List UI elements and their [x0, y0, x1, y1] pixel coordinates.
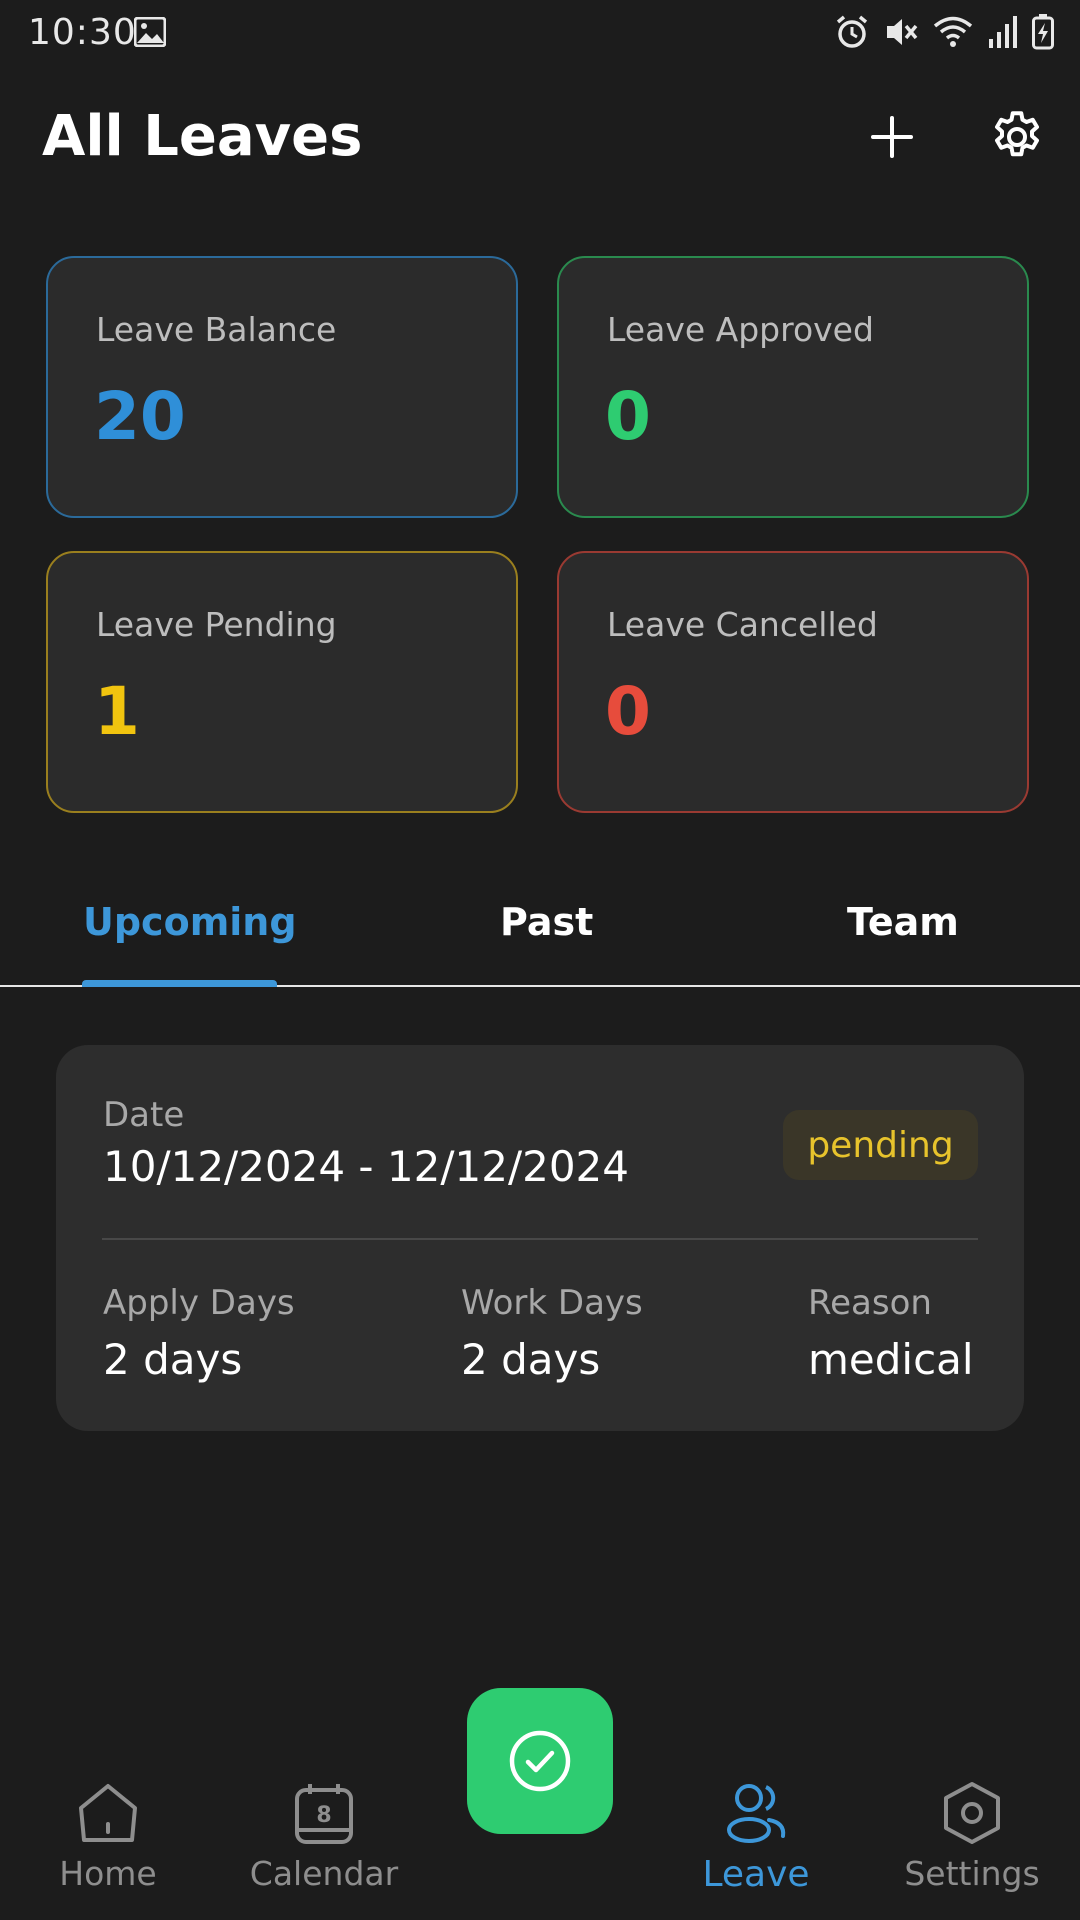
reason-value: medical [808, 1335, 974, 1384]
stat-value: 0 [605, 673, 651, 750]
status-time: 10:30 [28, 12, 137, 53]
leave-approved-card[interactable]: Leave Approved 0 [557, 256, 1029, 518]
date-value: 10/12/2024 - 12/12/2024 [103, 1142, 630, 1191]
settings-button[interactable] [975, 95, 1059, 179]
tab-team[interactable]: Team [847, 900, 959, 944]
nav-calendar[interactable]: 8 Calendar [234, 1778, 414, 1893]
tab-upcoming[interactable]: Upcoming [83, 900, 297, 944]
reason-label: Reason [808, 1283, 932, 1323]
check-circle-icon [509, 1730, 571, 1792]
date-label: Date [103, 1095, 185, 1135]
stat-label: Leave Approved [607, 310, 874, 349]
hexagon-settings-icon [937, 1778, 1007, 1848]
work-days-label: Work Days [461, 1283, 643, 1323]
active-tab-indicator [82, 980, 277, 987]
stat-label: Leave Cancelled [607, 605, 878, 644]
image-notification-icon [133, 16, 167, 48]
nav-settings[interactable]: Settings [882, 1778, 1062, 1893]
stat-value: 0 [605, 378, 651, 455]
nav-label: Settings [904, 1854, 1040, 1893]
calendar-badge: 8 [316, 1803, 331, 1828]
people-icon [721, 1778, 791, 1848]
add-leave-button[interactable] [850, 95, 934, 179]
signal-icon [988, 15, 1018, 49]
battery-charging-icon [1032, 14, 1054, 50]
leave-request-card[interactable]: Date 10/12/2024 - 12/12/2024 pending App… [56, 1045, 1024, 1431]
nav-label: Calendar [249, 1854, 399, 1893]
stat-value: 1 [94, 673, 140, 750]
card-divider [102, 1238, 978, 1240]
apply-days-label: Apply Days [103, 1283, 295, 1323]
leave-pending-card[interactable]: Leave Pending 1 [46, 551, 518, 813]
tab-past[interactable]: Past [500, 900, 593, 944]
apply-days-value: 2 days [103, 1335, 243, 1384]
mute-icon [884, 14, 918, 50]
home-icon [73, 1778, 143, 1848]
check-in-fab[interactable] [467, 1688, 613, 1834]
nav-label: Leave [702, 1854, 810, 1895]
nav-label: Home [59, 1854, 157, 1893]
stat-value: 20 [94, 378, 186, 455]
status-bar: 10:30 [0, 0, 1080, 64]
stat-label: Leave Pending [96, 605, 337, 644]
page-title: All Leaves [42, 104, 363, 169]
alarm-icon [834, 14, 870, 50]
leave-cancelled-card[interactable]: Leave Cancelled 0 [557, 551, 1029, 813]
status-icons [834, 14, 1054, 50]
nav-home[interactable]: Home [18, 1778, 198, 1893]
plus-icon [871, 116, 913, 158]
leave-tabs: Upcoming Past Team [0, 880, 1080, 986]
status-badge: pending [783, 1110, 978, 1180]
wifi-icon [932, 14, 974, 50]
leave-balance-card[interactable]: Leave Balance 20 [46, 256, 518, 518]
calendar-icon: 8 [289, 1778, 359, 1848]
nav-leave[interactable]: Leave [666, 1778, 846, 1895]
work-days-value: 2 days [461, 1335, 601, 1384]
stat-label: Leave Balance [96, 310, 337, 349]
gear-icon [995, 111, 1039, 157]
